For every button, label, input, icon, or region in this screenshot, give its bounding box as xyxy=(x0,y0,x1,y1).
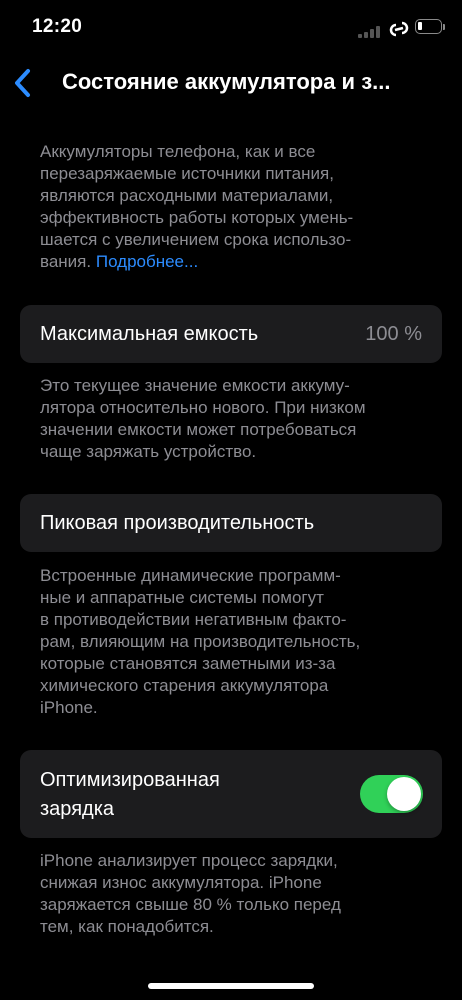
optimized-charging-toggle[interactable] xyxy=(360,775,423,813)
signal-icon xyxy=(358,26,384,38)
toggle-knob xyxy=(387,777,421,811)
link-icon xyxy=(389,21,409,37)
peak-performance-label: Пиковая производительность xyxy=(40,512,315,534)
optimized-charging-description: iPhone анализирует процесс зарядки, сниж… xyxy=(40,851,341,936)
status-time: 12:20 xyxy=(32,16,83,37)
max-capacity-value: 100 % xyxy=(365,323,422,345)
max-capacity-label: Максимальная емкость xyxy=(40,323,259,345)
chevron-left-icon xyxy=(15,69,30,97)
optimized-charging-label: Оптимизированная зарядка xyxy=(40,769,220,820)
back-button[interactable] xyxy=(8,62,44,102)
home-indicator[interactable] xyxy=(148,983,314,989)
intro-text: Аккумуляторы телефона, как и все перезар… xyxy=(40,142,354,271)
battery-icon xyxy=(415,19,442,34)
max-capacity-row: Максимальная емкость 100 % xyxy=(20,305,442,363)
max-capacity-description: Это текущее значение емкости аккуму- лят… xyxy=(40,376,366,461)
peak-performance-row: Пиковая производительность xyxy=(20,494,442,552)
status-bar: 12:20 xyxy=(0,0,462,58)
page-title: Состояние аккумулятора и з... xyxy=(62,69,391,94)
peak-performance-description: Встроенные динамические программ- ные и … xyxy=(40,566,361,717)
learn-more-link[interactable]: Подробнее... xyxy=(96,252,198,271)
battery-cap xyxy=(443,24,445,30)
navigation-bar: Состояние аккумулятора и з... xyxy=(0,58,462,106)
optimized-charging-row: Оптимизированная зарядка xyxy=(20,750,442,838)
